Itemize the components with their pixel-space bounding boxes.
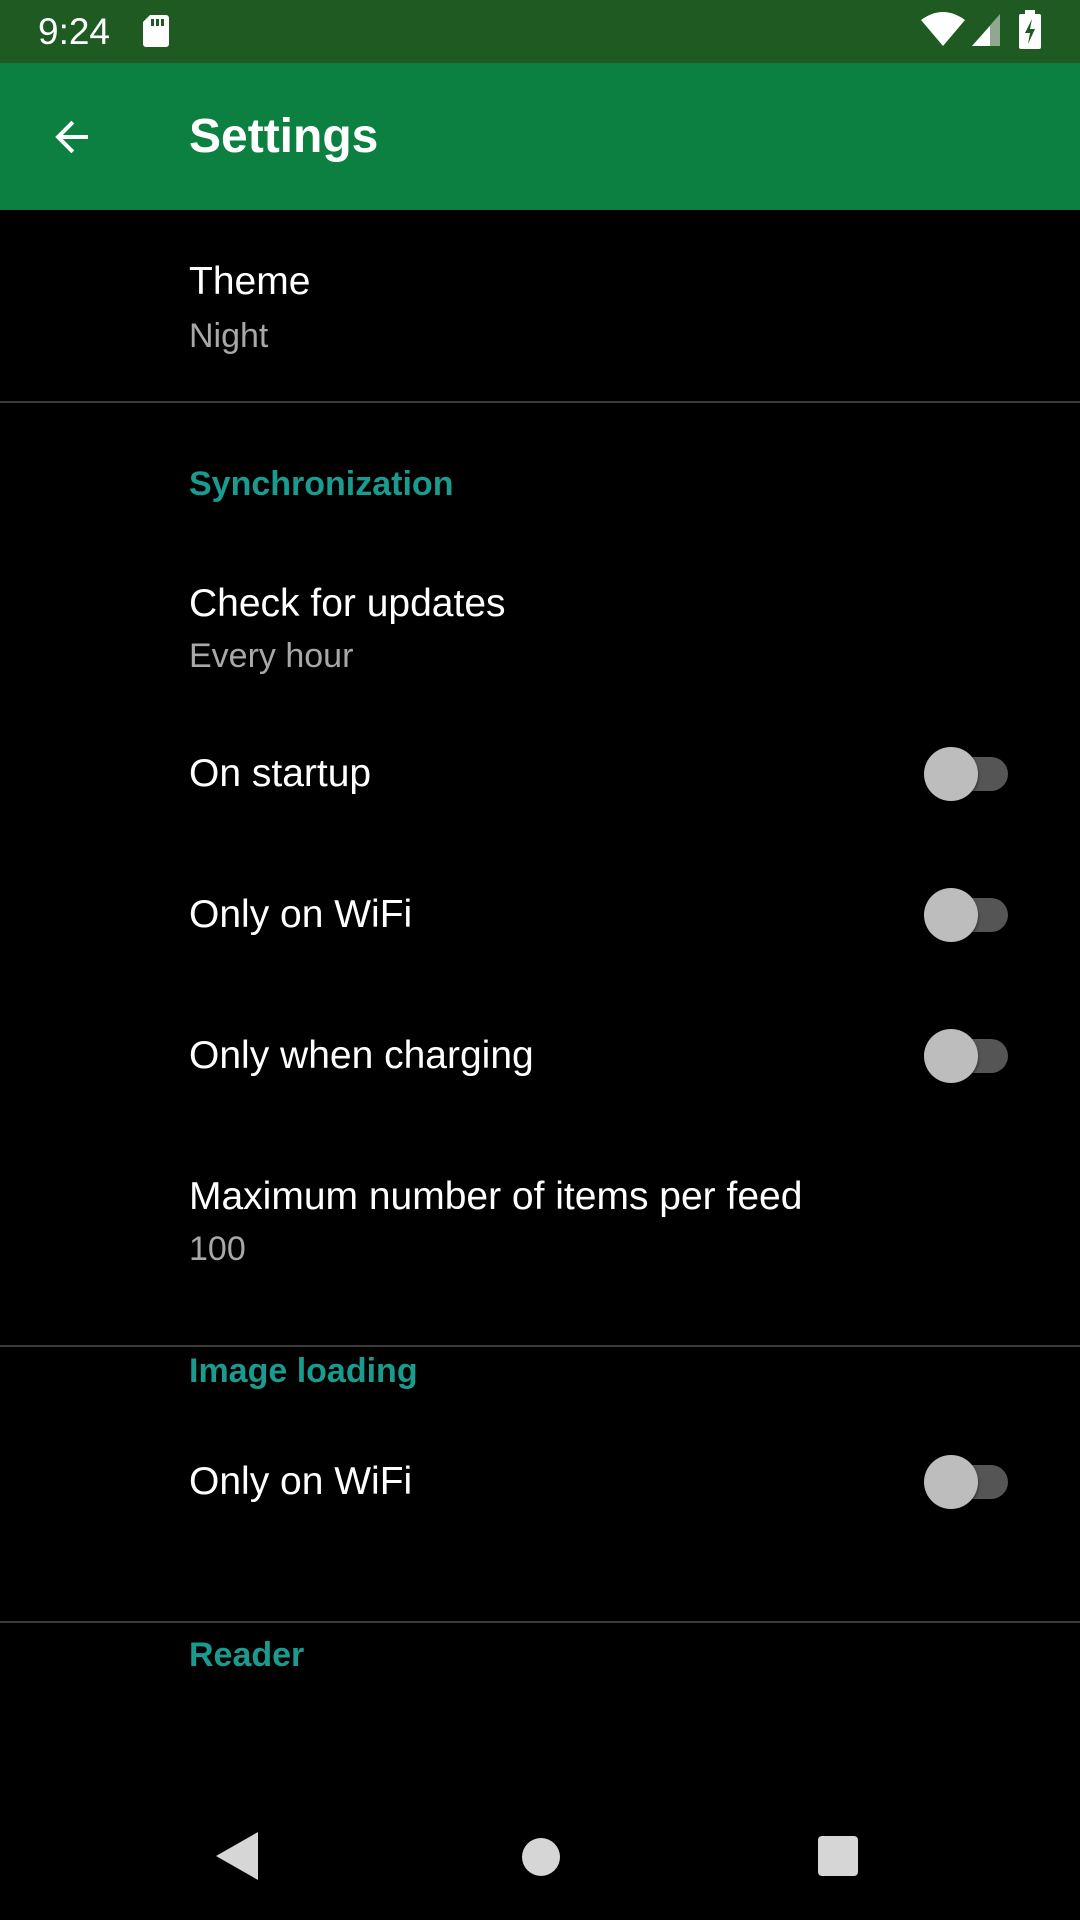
sd-card-icon bbox=[143, 15, 169, 47]
settings-list: Theme Night Synchronization Check for up… bbox=[0, 210, 1080, 1703]
nav-home-icon[interactable] bbox=[522, 1838, 560, 1876]
synchronization-category: Synchronization bbox=[0, 402, 1080, 580]
theme-title: Theme bbox=[189, 260, 311, 303]
only-on-wifi-sync-preference[interactable]: Only on WiFi bbox=[0, 888, 1080, 1032]
on-startup-switch[interactable] bbox=[924, 744, 1008, 801]
check-for-updates-title: Check for updates bbox=[189, 582, 506, 625]
reader-header: Reader bbox=[189, 1636, 305, 1674]
battery-charging-icon bbox=[1019, 10, 1041, 49]
only-on-wifi-images-title: Only on WiFi bbox=[189, 1460, 413, 1503]
back-button[interactable] bbox=[36, 101, 108, 173]
switch-thumb bbox=[924, 1029, 978, 1083]
image-loading-category: Image loading bbox=[0, 1298, 1080, 1458]
status-bar: 9:24 bbox=[0, 0, 1080, 63]
theme-summary: Night bbox=[189, 317, 269, 355]
navigation-bar bbox=[0, 1776, 1080, 1920]
check-for-updates-preference[interactable]: Check for updates Every hour bbox=[0, 580, 1080, 750]
max-items-preference[interactable]: Maximum number of items per feed 100 bbox=[0, 1173, 1080, 1298]
only-when-charging-title: Only when charging bbox=[189, 1034, 534, 1077]
signal-icon bbox=[972, 14, 1000, 46]
arrow-back-icon bbox=[55, 120, 88, 154]
only-when-charging-preference[interactable]: Only when charging bbox=[0, 1029, 1080, 1173]
switch-thumb bbox=[924, 1455, 978, 1509]
status-time: 9:24 bbox=[38, 11, 111, 52]
only-on-wifi-images-preference[interactable]: Only on WiFi bbox=[0, 1455, 1080, 1573]
check-for-updates-summary: Every hour bbox=[189, 637, 354, 675]
app-bar: Settings bbox=[0, 63, 1080, 210]
only-on-wifi-sync-title: Only on WiFi bbox=[189, 893, 413, 936]
max-items-summary: 100 bbox=[189, 1230, 246, 1268]
nav-recents-icon[interactable] bbox=[818, 1836, 858, 1876]
switch-thumb bbox=[924, 888, 978, 942]
synchronization-header: Synchronization bbox=[189, 465, 454, 503]
only-on-wifi-sync-switch[interactable] bbox=[924, 885, 1008, 942]
only-when-charging-switch[interactable] bbox=[924, 1026, 1008, 1083]
on-startup-title: On startup bbox=[189, 752, 372, 795]
wifi-icon bbox=[921, 12, 965, 46]
page-title: Settings bbox=[189, 110, 379, 163]
theme-preference[interactable]: Theme Night bbox=[0, 210, 1080, 402]
switch-thumb bbox=[924, 747, 978, 801]
max-items-title: Maximum number of items per feed bbox=[189, 1175, 803, 1218]
on-startup-preference[interactable]: On startup bbox=[0, 747, 1080, 891]
only-on-wifi-images-switch[interactable] bbox=[924, 1452, 1008, 1509]
nav-back-icon[interactable] bbox=[212, 1830, 260, 1882]
image-loading-header: Image loading bbox=[189, 1352, 418, 1390]
reader-category: Reader bbox=[0, 1573, 1080, 1703]
